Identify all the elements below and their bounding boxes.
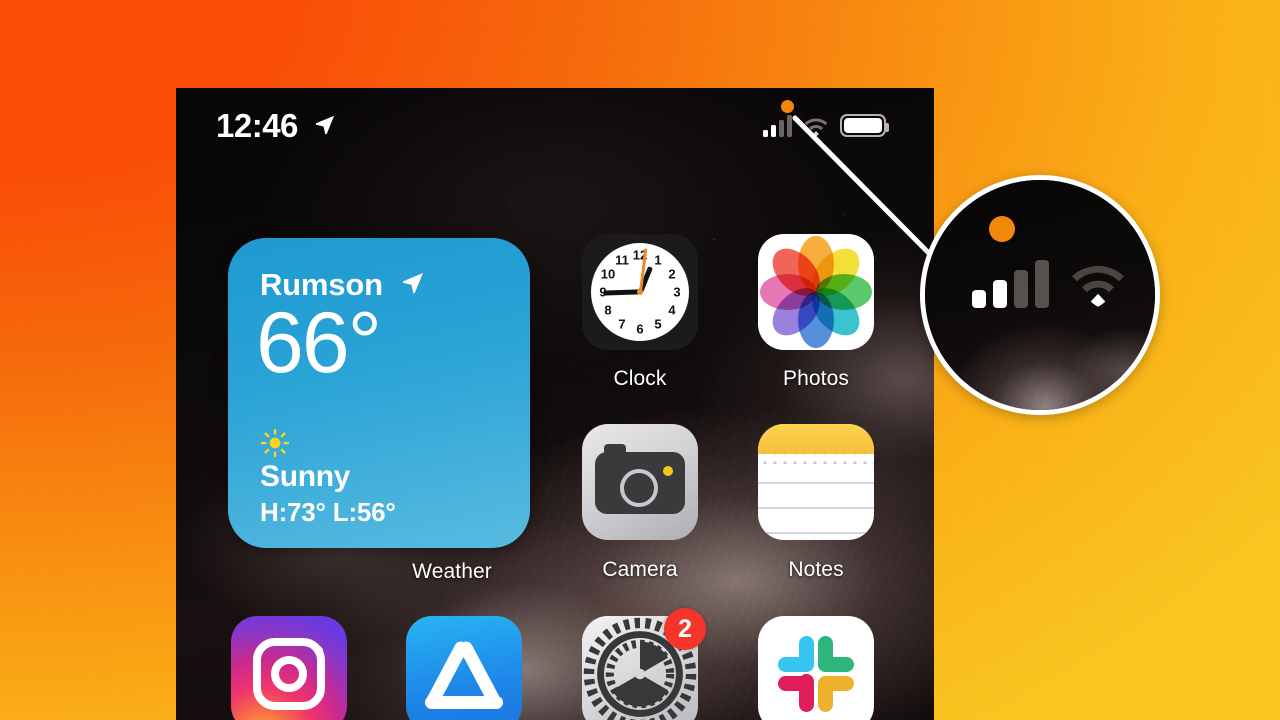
weather-high-low: H:73° L:56° <box>260 497 396 527</box>
app-label-weather: Weather <box>412 560 492 583</box>
weather-condition: Sunny <box>260 460 351 493</box>
iphone-home-screen-screenshot: 12:46 Rumson 66° Sunny H:73° L:56° Weath… <box>176 88 934 720</box>
status-badge: 2 <box>664 608 706 650</box>
camera-lens <box>620 469 658 507</box>
clock-center-cap <box>637 289 643 295</box>
app-icon-app-store[interactable] <box>406 616 522 720</box>
instagram-dot <box>314 646 323 655</box>
app-icon-photos[interactable] <box>758 234 874 350</box>
weather-widget[interactable]: Rumson 66° Sunny H:73° L:56° <box>228 238 530 548</box>
status-bar-time: 12:46 <box>216 105 336 145</box>
wifi-icon <box>1072 266 1124 307</box>
status-bar-indicators <box>763 114 889 137</box>
app-label-notes: Notes <box>788 558 844 581</box>
location-arrow-icon <box>401 266 425 302</box>
location-arrow-icon <box>314 105 336 143</box>
notes-header-strip <box>758 424 874 454</box>
notes-perforation <box>758 454 874 464</box>
clock-number: 11 <box>615 252 629 268</box>
app-label-clock: Clock <box>613 367 667 390</box>
instagram-lens <box>271 656 307 692</box>
app-label-camera: Camera <box>602 558 678 581</box>
microphone-in-use-indicator <box>989 216 1015 242</box>
weather-temperature: 66° <box>256 295 382 391</box>
clock-minute-hand <box>602 289 641 296</box>
magnified-status-bar-callout <box>920 175 1160 415</box>
clock-number: 3 <box>673 284 681 300</box>
cellular-signal-icon <box>763 114 792 137</box>
app-icon-settings[interactable]: 2 <box>582 608 706 720</box>
clock-number: 5 <box>654 316 662 332</box>
battery-icon <box>840 114 889 137</box>
app-icon-slack[interactable] <box>758 616 874 720</box>
clock-number: 6 <box>636 321 644 337</box>
camera-flash-dot <box>663 466 673 476</box>
app-icon-notes[interactable] <box>758 424 874 540</box>
app-icon-instagram[interactable] <box>231 616 347 720</box>
microphone-in-use-indicator <box>781 100 794 113</box>
app-label-photos: Photos <box>783 367 849 390</box>
clock-number: 1 <box>654 252 662 268</box>
cellular-signal-icon <box>972 260 1049 308</box>
clock-face: 12 1 2 3 4 5 6 7 8 9 10 11 <box>591 243 689 341</box>
wifi-icon <box>804 118 828 136</box>
screenshot-stage: 12:46 Rumson 66° Sunny H:73° L:56° Weath… <box>0 0 1280 720</box>
clock-number: 2 <box>668 266 676 282</box>
clock-number: 10 <box>600 266 616 282</box>
clock-number: 7 <box>618 316 626 332</box>
app-icon-camera[interactable] <box>582 424 698 540</box>
clock-number: 4 <box>668 302 676 318</box>
clock-time-text: 12:46 <box>216 107 298 144</box>
clock-number: 8 <box>604 302 612 318</box>
status-bar: 12:46 <box>176 88 934 174</box>
app-icon-clock[interactable]: 12 1 2 3 4 5 6 7 8 9 10 11 <box>582 234 698 350</box>
sun-icon <box>260 428 290 463</box>
